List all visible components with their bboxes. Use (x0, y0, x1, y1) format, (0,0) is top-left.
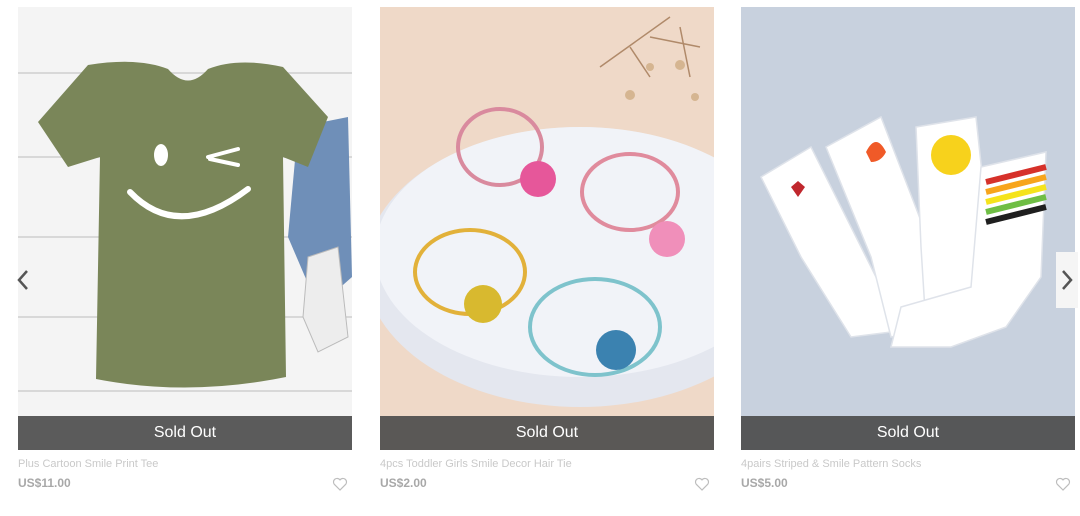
product-title[interactable]: 4pairs Striped & Smile Pattern Socks (741, 458, 1041, 470)
heart-outline-icon[interactable] (694, 476, 710, 492)
hair-tie-image (380, 7, 714, 450)
sold-out-badge: Sold Out (741, 416, 1075, 450)
chevron-left-icon (17, 270, 28, 290)
product-image[interactable]: Sold Out (18, 7, 352, 450)
tee-image (18, 7, 352, 450)
product-image[interactable]: Sold Out (380, 7, 714, 450)
product-card[interactable]: Sold Out 4pcs Toddler Girls Smile Decor … (380, 7, 714, 492)
product-card[interactable]: Sold Out 4pairs Striped & Smile Pattern … (741, 7, 1075, 492)
carousel-next-button[interactable] (1056, 252, 1078, 308)
socks-image (741, 7, 1075, 450)
product-title[interactable]: 4pcs Toddler Girls Smile Decor Hair Tie (380, 458, 680, 470)
product-price: US$2.00 (380, 476, 427, 490)
product-price: US$11.00 (18, 476, 71, 490)
product-price: US$5.00 (741, 476, 788, 490)
heart-outline-icon[interactable] (1055, 476, 1071, 492)
sold-out-badge: Sold Out (18, 416, 352, 450)
heart-outline-icon[interactable] (332, 476, 348, 492)
product-title[interactable]: Plus Cartoon Smile Print Tee (18, 458, 318, 470)
carousel-prev-button[interactable] (12, 252, 34, 308)
product-image[interactable]: Sold Out (741, 7, 1075, 450)
product-card[interactable]: Sold Out Plus Cartoon Smile Print Tee US… (18, 7, 352, 492)
sold-out-badge: Sold Out (380, 416, 714, 450)
chevron-right-icon (1062, 270, 1073, 290)
